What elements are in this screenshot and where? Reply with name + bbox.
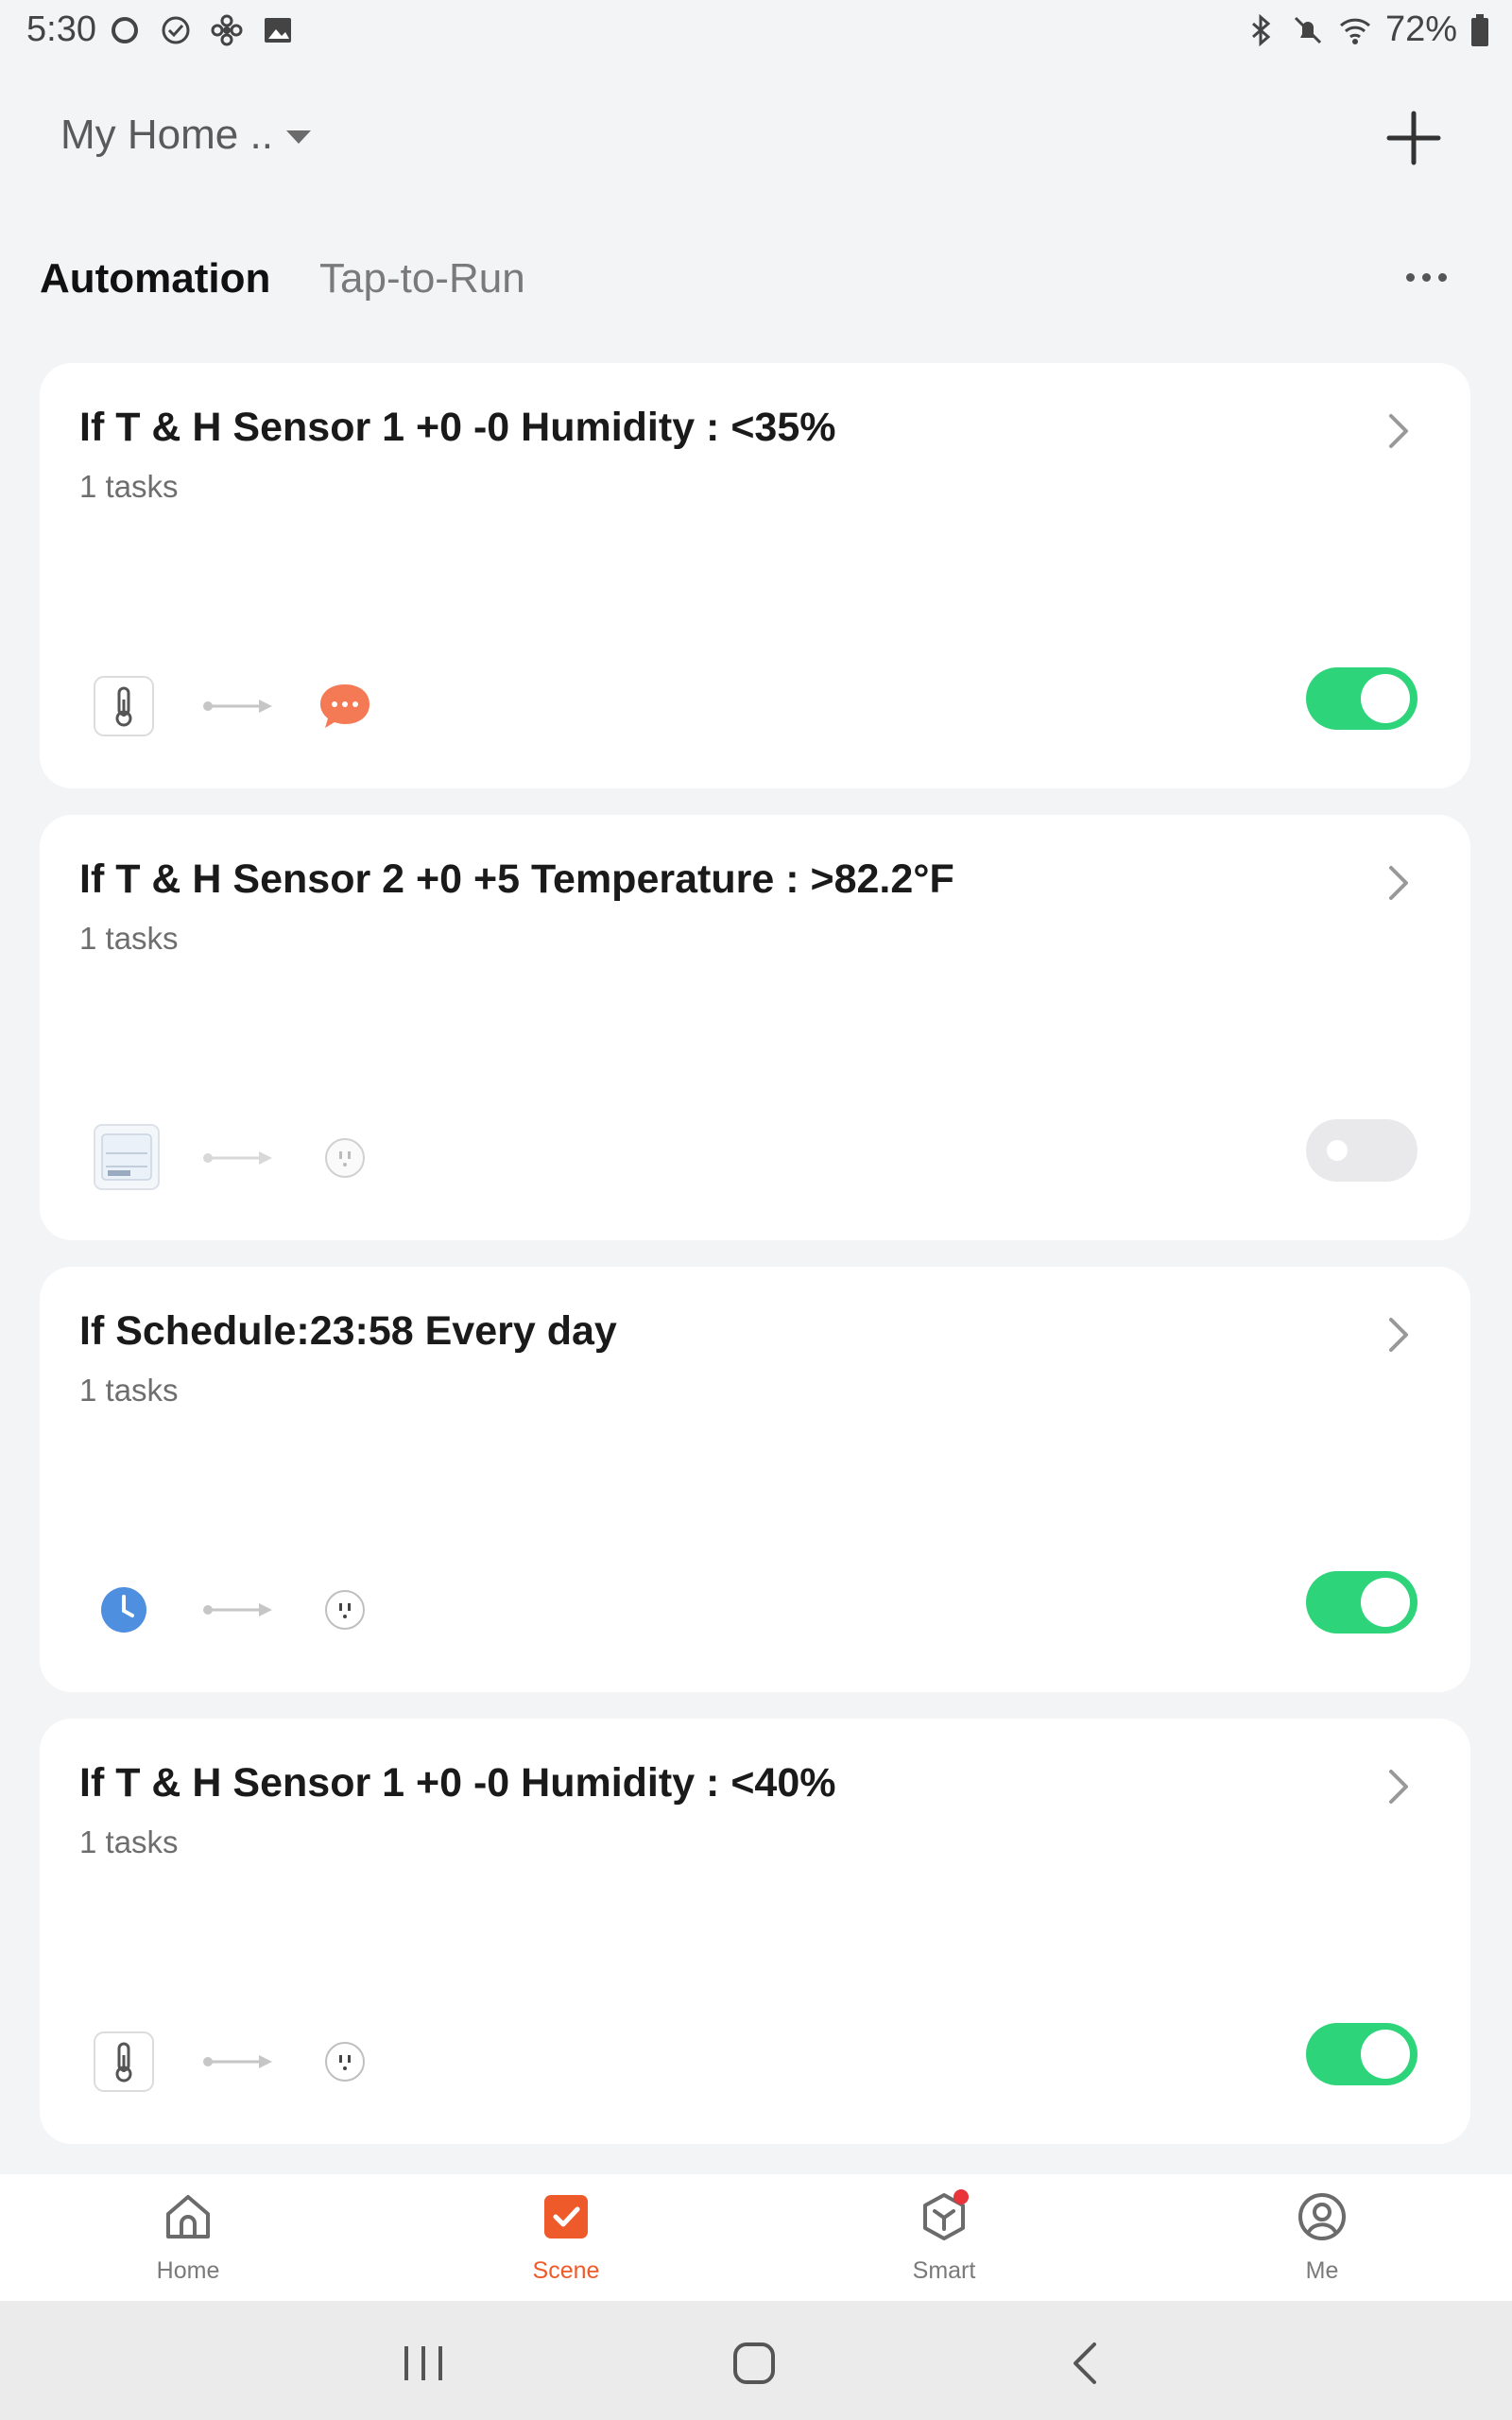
notification-badge	[954, 2189, 969, 2204]
thermometer-icon	[94, 676, 154, 736]
nav-label: Scene	[532, 2257, 600, 2284]
home-selector[interactable]: My Home ..	[60, 112, 311, 159]
chevron-right-icon	[1389, 1770, 1408, 1804]
clock-icon	[101, 1587, 146, 1633]
automation-card[interactable]: If Schedule:23:58 Every day 1 tasks	[40, 1267, 1470, 1692]
automation-toggle[interactable]	[1306, 1571, 1418, 1634]
scene-icon	[544, 2195, 588, 2238]
nav-label: Me	[1305, 2257, 1339, 2284]
automation-task-count: 1 tasks	[79, 921, 179, 956]
arrow-right-icon	[203, 1151, 272, 1165]
check-circle-icon	[162, 16, 190, 44]
automation-task-count: 1 tasks	[79, 1824, 179, 1859]
automation-title: If Schedule:23:58 Every day	[79, 1308, 617, 1354]
bluetooth-icon	[1251, 13, 1271, 46]
automation-task-count: 1 tasks	[79, 1373, 179, 1408]
nav-label: Smart	[912, 2257, 976, 2284]
outlet-icon	[325, 2042, 365, 2082]
nav-label: Home	[156, 2257, 220, 2284]
plus-icon[interactable]	[1382, 106, 1446, 170]
toggle-knob	[1361, 2030, 1410, 2079]
outlet-icon	[325, 1590, 365, 1630]
nav-me[interactable]: Me	[1228, 2189, 1417, 2285]
chevron-down-icon	[285, 130, 311, 144]
automation-card[interactable]: If T & H Sensor 1 +0 -0 Humidity : <35% …	[40, 363, 1470, 788]
home-name: My Home ..	[60, 112, 273, 158]
nav-smart[interactable]: Smart	[850, 2189, 1039, 2285]
arrow-right-icon	[203, 1603, 272, 1616]
recents-icon[interactable]	[395, 2337, 452, 2390]
tab-tap-to-run[interactable]: Tap-to-Run	[319, 255, 525, 302]
system-nav-bar	[0, 2301, 1512, 2420]
fan-icon	[211, 14, 243, 46]
automation-title: If T & H Sensor 1 +0 -0 Humidity : <40%	[79, 1760, 836, 1806]
battery-percent: 72%	[1384, 9, 1457, 49]
toggle-knob	[1361, 1578, 1410, 1627]
wifi-icon	[1339, 18, 1370, 44]
display-sensor-icon	[94, 1124, 160, 1190]
status-time: 5:30	[26, 9, 96, 49]
home-circle-icon[interactable]	[726, 2337, 782, 2390]
circle-icon	[112, 17, 138, 43]
automation-title: If T & H Sensor 1 +0 -0 Humidity : <35%	[79, 405, 836, 450]
message-icon	[320, 684, 369, 728]
mute-icon	[1294, 16, 1321, 43]
automation-toggle[interactable]	[1306, 1119, 1418, 1182]
bottom-nav: Home Scene Smart Me	[0, 2174, 1512, 2301]
back-icon[interactable]	[1058, 2337, 1115, 2390]
more-options-icon[interactable]	[1406, 263, 1455, 291]
battery-icon	[1471, 13, 1488, 46]
outlet-icon	[325, 1138, 365, 1178]
arrow-right-icon	[203, 2055, 272, 2068]
automation-title: If T & H Sensor 2 +0 +5 Temperature : >8…	[79, 856, 954, 902]
status-bar: 5:30 72%	[0, 0, 1512, 68]
tab-automation[interactable]: Automation	[40, 255, 270, 302]
thermometer-icon	[94, 2031, 154, 2092]
user-icon	[1298, 2193, 1346, 2240]
automation-toggle[interactable]	[1306, 667, 1418, 730]
automation-toggle[interactable]	[1306, 2023, 1418, 2085]
chevron-right-icon	[1389, 414, 1408, 448]
smart-icon	[923, 2189, 969, 2240]
nav-scene[interactable]: Scene	[472, 2189, 661, 2285]
toggle-knob	[1361, 674, 1410, 723]
automation-task-count: 1 tasks	[79, 469, 179, 504]
automation-card[interactable]: If T & H Sensor 1 +0 -0 Humidity : <40% …	[40, 1719, 1470, 2144]
chevron-right-icon	[1389, 866, 1408, 900]
toggle-knob	[1327, 1140, 1348, 1161]
arrow-right-icon	[203, 700, 272, 713]
chevron-right-icon	[1389, 1318, 1408, 1352]
automation-card[interactable]: If T & H Sensor 2 +0 +5 Temperature : >8…	[40, 815, 1470, 1240]
home-icon	[166, 2195, 210, 2238]
image-icon	[265, 18, 291, 43]
nav-home[interactable]: Home	[94, 2189, 283, 2285]
